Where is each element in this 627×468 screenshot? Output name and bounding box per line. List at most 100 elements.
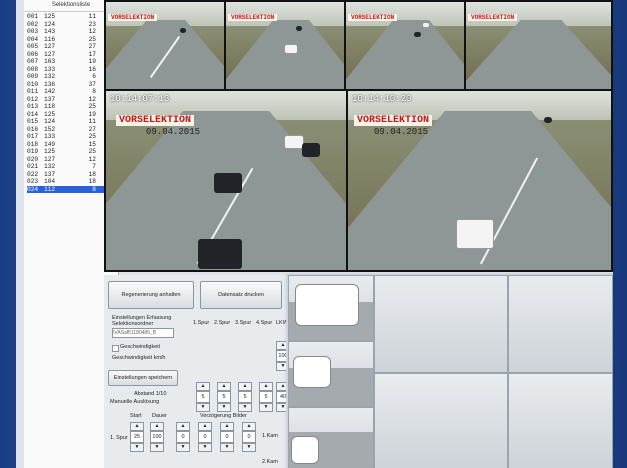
settings-panel: Regenerierung anhalten Datensatz drucken… (104, 275, 290, 468)
list-item[interactable]: 002124234 (27, 21, 115, 29)
thumbnail-4[interactable] (374, 275, 508, 373)
camera-grid: VORSELEKTION VORSELEKTION VORSELEKTION V… (104, 0, 613, 272)
print-record-button[interactable]: Datensatz drucken (200, 281, 282, 309)
list-cell: 003 (27, 28, 39, 35)
thumbnail-2[interactable] (288, 341, 374, 407)
list-item[interactable]: 005127275 (27, 43, 115, 51)
delay4-up-button[interactable]: ▲ (242, 422, 256, 431)
list-cell: 19 (88, 58, 96, 65)
list-item[interactable]: 012137122 (27, 96, 115, 104)
delay3-up-button[interactable]: ▲ (220, 422, 234, 431)
list-item[interactable]: 02411282 (27, 185, 115, 193)
list-cell: 007 (27, 58, 39, 65)
list-item[interactable]: 007163193 (27, 58, 115, 66)
vorselektion-label: VORSELEKTION (116, 115, 195, 126)
list-cell: 011 (27, 88, 39, 95)
list-item[interactable]: 018149153 (27, 141, 115, 149)
delay3-value[interactable]: 0 (220, 431, 234, 443)
list-item[interactable]: 017133255 (27, 133, 115, 141)
list-cell: 8 (92, 88, 96, 95)
manual-trigger-label: Manuelle Auslösung (110, 399, 160, 405)
list-cell: 020 (27, 155, 39, 163)
lane4-value[interactable]: 5 (259, 391, 273, 403)
delay3-down-button[interactable]: ▼ (220, 443, 234, 452)
lane4-down-button[interactable]: ▼ (259, 403, 273, 412)
camera-view-4[interactable]: VORSELEKTION (466, 2, 611, 89)
camera2-label: 2.Kam (262, 459, 278, 465)
thumbnail-5[interactable] (508, 275, 613, 373)
delay1-up-button[interactable]: ▲ (176, 422, 190, 431)
duration-down-button[interactable]: ▼ (150, 443, 164, 452)
delay2-value[interactable]: 0 (198, 431, 212, 443)
list-item[interactable]: 020127122 (27, 156, 115, 164)
list-cell: 125 (44, 13, 56, 20)
list-cell: 008 (27, 65, 39, 73)
folder-input[interactable]: \VASaff\1180486_B (112, 328, 174, 338)
lane1-value[interactable]: 5 (196, 391, 210, 403)
list-item[interactable]: 010136376 (27, 81, 115, 89)
list-item[interactable]: 00913261 (27, 73, 115, 81)
delay2-up-button[interactable]: ▲ (198, 422, 212, 431)
stop-regeneration-button[interactable]: Regenerierung anhalten (108, 281, 194, 309)
list-cell: 023 (27, 178, 39, 185)
list-item[interactable]: 008133163 (27, 66, 115, 74)
thumbnail-1[interactable] (288, 275, 374, 341)
lane2-up-button[interactable]: ▲ (217, 382, 231, 391)
start-up-button[interactable]: ▲ (130, 422, 144, 431)
lane1-row-label: 1. Spur (110, 435, 128, 441)
duration-header: Dauer (152, 413, 167, 419)
thumbnail-6[interactable] (374, 373, 508, 468)
date-left: 09.04.2015 (146, 127, 201, 137)
list-item[interactable]: 013118255 (27, 103, 115, 111)
duration-up-button[interactable]: ▲ (150, 422, 164, 431)
camera-view-main-left[interactable]: 10:14:07:13 VORSELEKTION 09.04.2015 (106, 91, 346, 270)
delay1-value[interactable]: 0 (176, 431, 190, 443)
lane3-up-button[interactable]: ▲ (238, 382, 252, 391)
list-item[interactable]: 003143122 (27, 28, 115, 36)
save-settings-button[interactable]: Einstellungen speichern (108, 370, 178, 386)
thumbnail-7[interactable] (508, 373, 613, 468)
list-cell: 18 (88, 178, 96, 185)
duration-value[interactable]: 100 (150, 431, 164, 443)
camera-view-2[interactable]: VORSELEKTION (226, 2, 344, 89)
list-cell: 137 (44, 95, 56, 103)
list-item[interactable]: 022137183 (27, 171, 115, 179)
start-down-button[interactable]: ▼ (130, 443, 144, 452)
lane1-up-button[interactable]: ▲ (196, 382, 210, 391)
lane2-value[interactable]: 5 (217, 391, 231, 403)
lane3-value[interactable]: 5 (238, 391, 252, 403)
list-item[interactable]: 006127173 (27, 51, 115, 59)
start-value[interactable]: 25 (130, 431, 144, 443)
list-item[interactable]: 004116252 (27, 36, 115, 44)
list-item[interactable]: 014125193 (27, 111, 115, 119)
lane1-down-button[interactable]: ▼ (196, 403, 210, 412)
list-item[interactable]: 015124112 (27, 118, 115, 126)
lane3-down-button[interactable]: ▼ (238, 403, 252, 412)
list-cell: 16 (88, 65, 96, 73)
vorselektion-label: VORSELEKTION (108, 14, 158, 21)
lane-header-1: 1.Spur (193, 320, 210, 326)
delay4-down-button[interactable]: ▼ (242, 443, 256, 452)
speed-checkbox[interactable] (112, 345, 119, 352)
delay1-down-button[interactable]: ▼ (176, 443, 190, 452)
camera-view-3[interactable]: VORSELEKTION (346, 2, 464, 89)
list-cell: 25 (88, 133, 96, 140)
list-item[interactable]: 001125112 (27, 13, 115, 21)
list-item[interactable]: 02113271 (27, 163, 115, 171)
list-item[interactable]: 01114282 (27, 88, 115, 96)
delay4-value[interactable]: 0 (242, 431, 256, 443)
list-cell: 27 (88, 125, 96, 133)
camera-view-1[interactable]: VORSELEKTION (106, 2, 224, 89)
thumbnail-3[interactable] (288, 407, 374, 468)
list-cell: 149 (44, 140, 56, 148)
delay2-down-button[interactable]: ▼ (198, 443, 212, 452)
camera-view-main-right[interactable]: 10:14:10:20 VORSELEKTION 09.04.2015 (348, 91, 611, 270)
list-cell: 015 (27, 118, 39, 125)
list-item[interactable]: 023104183 (27, 178, 115, 186)
lane4-up-button[interactable]: ▲ (259, 382, 273, 391)
vorselektion-label: VORSELEKTION (468, 14, 518, 21)
list-cell: 11 (88, 13, 96, 20)
lane2-down-button[interactable]: ▼ (217, 403, 231, 412)
list-item[interactable]: 019125254 (27, 148, 115, 156)
list-item[interactable]: 016152274 (27, 126, 115, 134)
